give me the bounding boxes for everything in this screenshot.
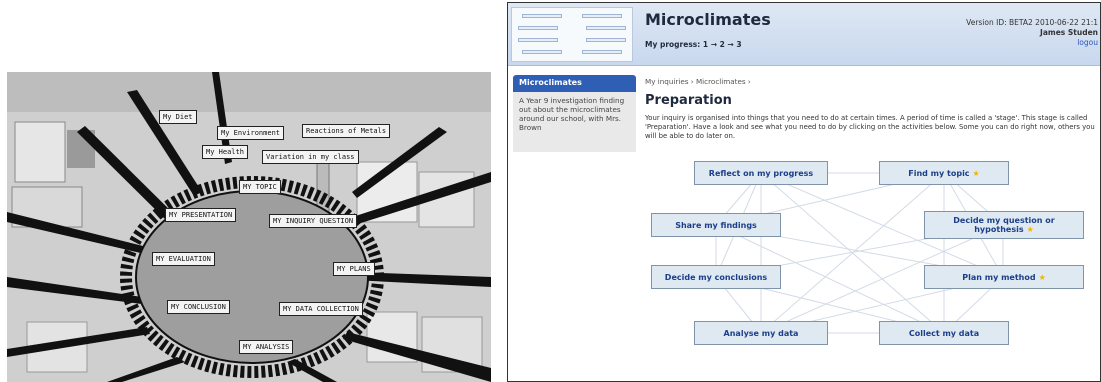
activity-analyse-my-data[interactable]: Analyse my data: [694, 321, 828, 345]
activity-find-my-topic[interactable]: Find my topic ★: [879, 161, 1009, 185]
photo-sign-my-topic: MY TOPIC: [239, 180, 281, 194]
photo-background-art: [7, 72, 491, 382]
photo-sign-my-presentation: MY PRESENTATION: [165, 208, 237, 222]
activity-decide-my-conclusions[interactable]: Decide my conclusions: [651, 265, 781, 289]
activity-decide-my-question-or-hypothesis[interactable]: Decide my question or hypothesis ★: [924, 211, 1084, 239]
photo-sign-my-conclusion: MY CONCLUSION: [167, 300, 230, 314]
photo-sign-my-data-collection: MY DATA COLLECTION: [279, 302, 363, 316]
activity-label: Reflect on my progress: [708, 168, 814, 178]
activity-label: Collect my data: [908, 328, 980, 338]
photo-sign-variation: Variation in my class: [262, 150, 359, 164]
photo-sign-my-environment: My Environment: [217, 126, 285, 140]
activity-reflect-on-my-progress[interactable]: Reflect on my progress: [694, 161, 828, 185]
activity-label: Plan my method: [962, 272, 1036, 282]
photo-sign-reactions-of-metals: Reactions of Metals: [302, 124, 391, 138]
activity-plan-my-method[interactable]: Plan my method ★: [924, 265, 1084, 289]
photo-sign-my-analysis: MY ANALYSIS: [239, 340, 294, 354]
classroom-display-photo: My Diet My Environment Reactions of Meta…: [7, 72, 491, 382]
activity-label: Decide my conclusions: [664, 272, 768, 282]
star-icon: ★: [1026, 225, 1034, 234]
photo-sign-my-evaluation: MY EVALUATION: [152, 252, 215, 266]
activity-label: Find my topic: [908, 168, 970, 178]
activity-share-my-findings[interactable]: Share my findings: [651, 213, 781, 237]
activity-collect-my-data[interactable]: Collect my data: [879, 321, 1009, 345]
activity-label: Decide my question or hypothesis ★: [953, 216, 1055, 234]
photo-sign-my-inquiry-question: MY INQUIRY QUESTION: [269, 214, 358, 228]
star-icon: ★: [972, 168, 980, 178]
photo-sign-my-health: My Health: [202, 145, 248, 159]
inquiry-app-window: Microclimates My progress: 1 → 2 → 3 Ver…: [507, 2, 1101, 382]
photo-sign-my-plans: MY PLANS: [333, 262, 375, 276]
activity-label: Analyse my data: [723, 328, 799, 338]
photo-sign-my-diet: My Diet: [159, 110, 197, 124]
activity-label: Share my findings: [675, 220, 757, 230]
star-icon: ★: [1038, 272, 1046, 282]
